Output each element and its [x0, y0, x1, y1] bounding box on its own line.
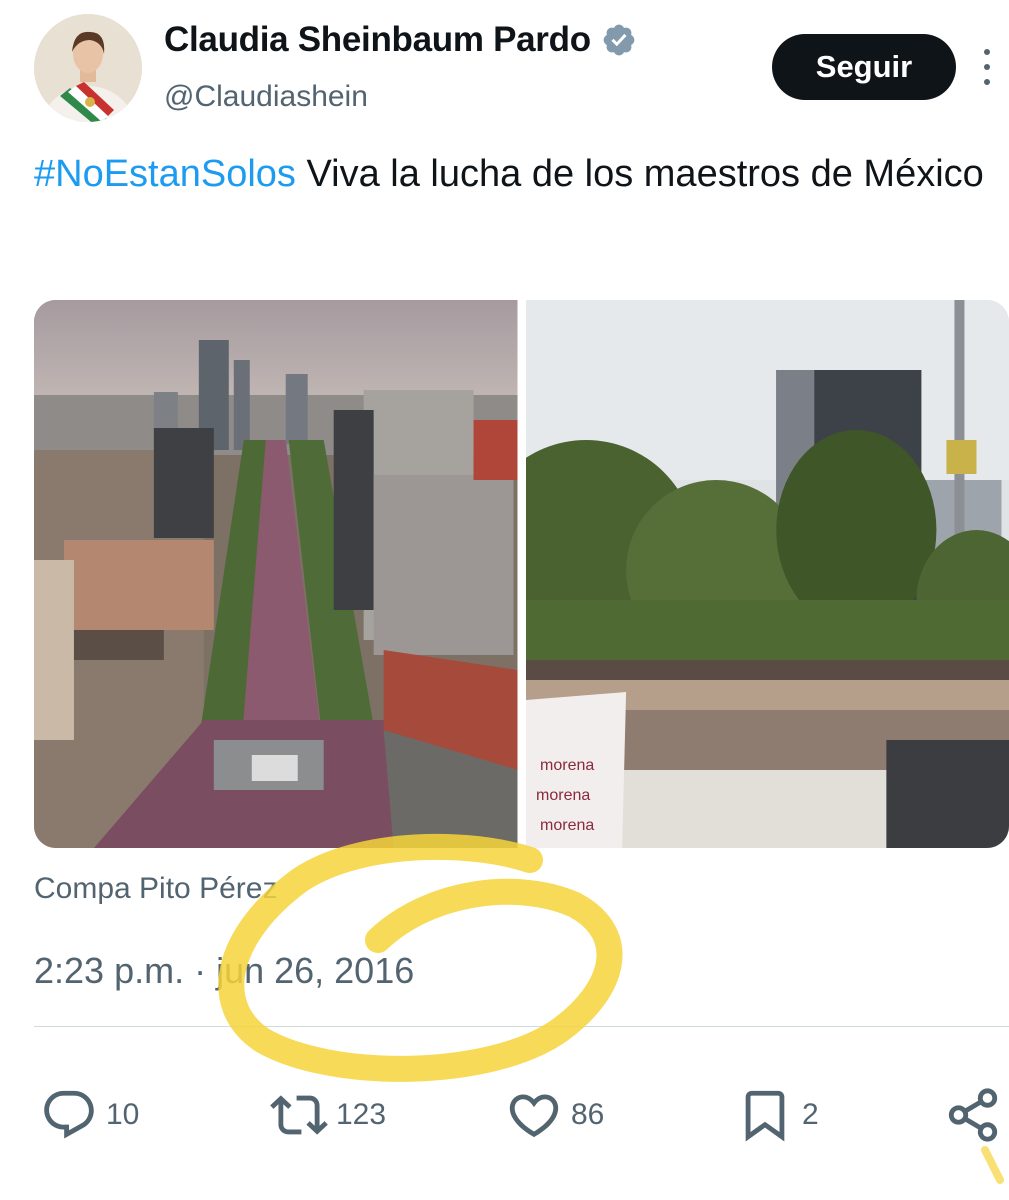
like-count: 86	[571, 1098, 605, 1131]
author-name-row[interactable]: Claudia Sheinbaum Pardo	[164, 20, 637, 60]
bookmark-icon	[745, 1090, 785, 1142]
retweet-icon	[270, 1095, 328, 1135]
source-label: Compa Pito Pérez	[34, 872, 278, 905]
media-grid: morena morena morena	[34, 300, 1009, 848]
tweet-body: Viva la lucha de los maestros de México	[295, 153, 984, 195]
user-handle[interactable]: @Claudiashein	[164, 80, 368, 114]
reply-count: 10	[106, 1098, 140, 1131]
tweet-text: #NoEstanSolos Viva la lucha de los maest…	[34, 146, 994, 202]
reply-icon	[44, 1090, 94, 1139]
verified-badge-icon	[603, 24, 635, 56]
heart-icon	[509, 1094, 559, 1138]
follow-button[interactable]: Seguir	[772, 34, 956, 100]
like-button[interactable]: 86	[505, 1086, 604, 1144]
svg-text:morena: morena	[536, 787, 590, 804]
timestamp[interactable]: 2:23 p.m. · jun 26, 2016	[34, 950, 414, 992]
retweet-button[interactable]: 123	[270, 1086, 386, 1144]
svg-text:morena: morena	[540, 817, 594, 834]
avatar[interactable]	[34, 14, 142, 122]
bookmark-count: 2	[802, 1098, 819, 1131]
share-icon	[948, 1088, 998, 1142]
bookmark-button[interactable]: 2	[736, 1086, 819, 1144]
photo-crowd-street[interactable]: morena morena morena	[525, 300, 1009, 848]
svg-text:morena: morena	[540, 757, 594, 774]
photo-aerial-march[interactable]	[34, 300, 518, 848]
share-button[interactable]	[944, 1086, 1002, 1144]
reply-button[interactable]: 10	[40, 1086, 139, 1144]
display-name[interactable]: Claudia Sheinbaum Pardo	[164, 20, 591, 60]
avatar-image	[34, 14, 142, 122]
more-options-icon[interactable]	[975, 44, 999, 90]
divider	[34, 1026, 1009, 1027]
hashtag-link[interactable]: #NoEstanSolos	[34, 153, 296, 195]
retweet-count: 123	[336, 1098, 387, 1131]
